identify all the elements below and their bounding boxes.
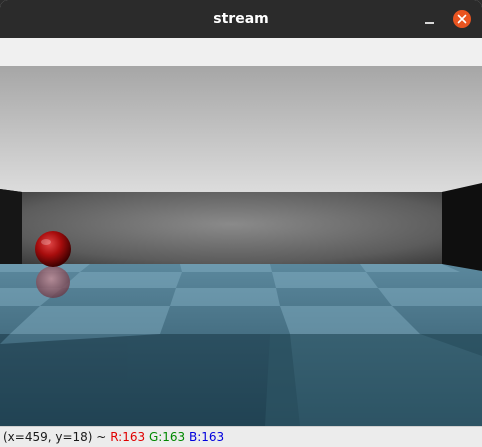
cursor-coordinates: (x=459, y=18) ~ xyxy=(3,430,107,444)
minimize-icon xyxy=(425,22,434,24)
sphere-reflection xyxy=(36,266,70,298)
status-bar: (x=459, y=18) ~ R:163 G:163 B:163 xyxy=(0,426,482,447)
close-button[interactable] xyxy=(453,10,471,28)
left-wall xyxy=(0,189,22,264)
toolbar-area xyxy=(0,38,482,66)
right-wall xyxy=(442,183,482,271)
close-icon xyxy=(457,14,467,24)
window-title: stream xyxy=(213,11,269,27)
image-viewport[interactable] xyxy=(0,66,482,426)
green-value: G:163 xyxy=(148,430,186,444)
sphere-highlight xyxy=(41,239,51,245)
red-value: R:163 xyxy=(110,430,146,444)
app-window: stream (x=459, y=18) ~ R:163 G:163 B:163 xyxy=(0,0,482,447)
minimize-button[interactable] xyxy=(420,9,440,29)
ceiling xyxy=(0,66,482,192)
floor-near-right xyxy=(265,334,482,426)
red-sphere xyxy=(35,231,71,267)
title-bar[interactable]: stream xyxy=(0,0,482,38)
back-wall xyxy=(22,192,442,264)
blue-value: B:163 xyxy=(189,430,225,444)
scene-render xyxy=(0,66,482,426)
